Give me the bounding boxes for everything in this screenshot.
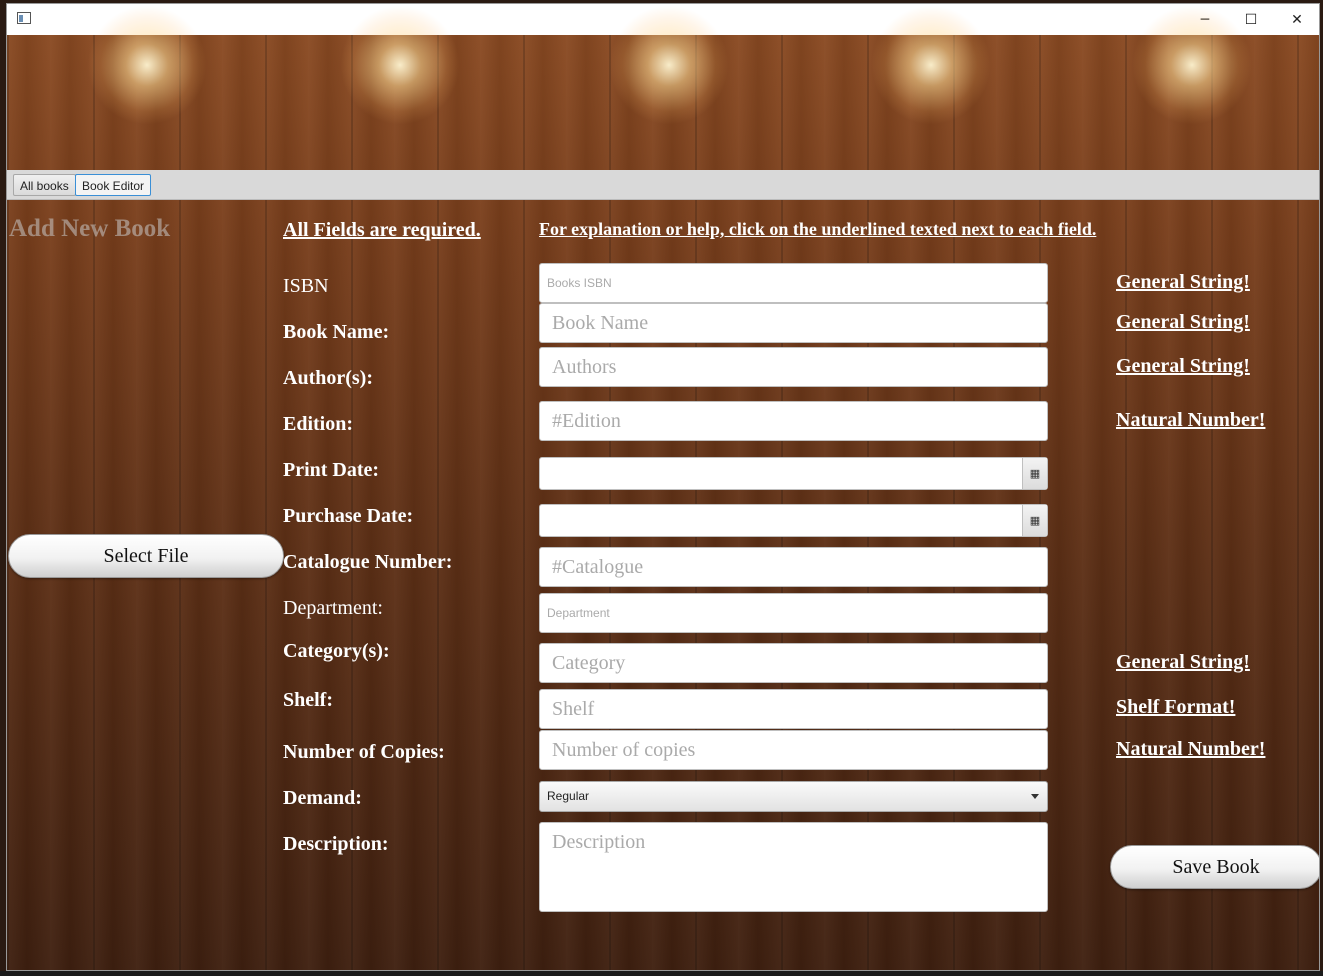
calendar-icon[interactable]: ▦ [1022, 458, 1047, 489]
catalogue-number-label: Catalogue Number: [283, 551, 453, 573]
categories-label: Category(s): [283, 640, 390, 662]
copies-help-link[interactable]: Natural Number! [1116, 738, 1265, 761]
isbn-help-link[interactable]: General String! [1116, 271, 1250, 294]
tab-book-editor[interactable]: Book Editor [75, 174, 152, 196]
add-new-book-title: Add New Book [9, 215, 171, 242]
select-file-button[interactable]: Select File [8, 534, 284, 578]
book-name-field-container [539, 303, 1048, 343]
description-label: Description: [283, 833, 389, 855]
isbn-label: ISBN [283, 275, 329, 297]
app-window: ─ ☐ ✕ All books Book Editor Add New Book… [6, 3, 1320, 971]
authors-field-container [539, 347, 1048, 387]
description-textarea[interactable] [540, 823, 1047, 911]
book-name-help-link[interactable]: General String! [1116, 311, 1250, 334]
description-field-container [539, 822, 1048, 912]
demand-label: Demand: [283, 787, 362, 809]
ceiling-light [871, 5, 991, 125]
ceiling-light [1132, 5, 1252, 125]
shelf-input[interactable] [540, 690, 1047, 728]
book-name-input[interactable] [540, 304, 1047, 342]
categories-help-link[interactable]: General String! [1116, 651, 1250, 674]
copies-label: Number of Copies: [283, 741, 445, 763]
desktop-strip [0, 971, 1323, 976]
chevron-down-icon [1031, 794, 1039, 799]
close-button[interactable]: ✕ [1274, 4, 1319, 35]
category-input[interactable] [540, 644, 1047, 682]
edition-help-link[interactable]: Natural Number! [1116, 409, 1265, 432]
isbn-field-container [539, 263, 1048, 303]
department-field-container [539, 593, 1048, 633]
catalogue-number-input[interactable] [540, 548, 1047, 586]
edition-input[interactable] [540, 402, 1047, 440]
ceiling-light [609, 5, 729, 125]
print-date-label: Print Date: [283, 459, 380, 481]
book-name-label: Book Name: [283, 321, 390, 343]
demand-select[interactable]: Regular [539, 781, 1048, 812]
app-icon [17, 12, 31, 24]
edition-field-container [539, 401, 1048, 441]
purchase-date-picker: ▦ [539, 504, 1048, 537]
shelf-label: Shelf: [283, 689, 333, 711]
authors-help-link[interactable]: General String! [1116, 355, 1250, 378]
tab-all-books[interactable]: All books [13, 174, 76, 196]
copies-field-container [539, 730, 1048, 770]
ceiling-light [340, 5, 460, 125]
calendar-icon[interactable]: ▦ [1022, 505, 1047, 536]
save-book-button[interactable]: Save Book [1110, 845, 1319, 889]
authors-input[interactable] [540, 348, 1047, 386]
purchase-date-label: Purchase Date: [283, 505, 414, 527]
purchase-date-input[interactable] [540, 505, 1020, 536]
edition-label: Edition: [283, 413, 354, 435]
demand-selected-value: Regular [547, 789, 590, 803]
isbn-input[interactable] [540, 264, 1047, 302]
authors-label: Author(s): [283, 367, 373, 389]
ceiling-light [87, 5, 207, 125]
required-note: All Fields are required. [283, 219, 481, 241]
shelf-field-container [539, 689, 1048, 729]
department-input[interactable] [540, 594, 1047, 632]
copies-input[interactable] [540, 731, 1047, 769]
help-note: For explanation or help, click on the un… [539, 219, 1097, 239]
shelf-help-link[interactable]: Shelf Format! [1116, 696, 1235, 719]
tab-bar: All books Book Editor [7, 170, 1319, 200]
categories-field-container [539, 643, 1048, 683]
print-date-input[interactable] [540, 458, 1020, 489]
department-label: Department: [283, 597, 383, 619]
print-date-picker: ▦ [539, 457, 1048, 490]
catalogue-field-container [539, 547, 1048, 587]
